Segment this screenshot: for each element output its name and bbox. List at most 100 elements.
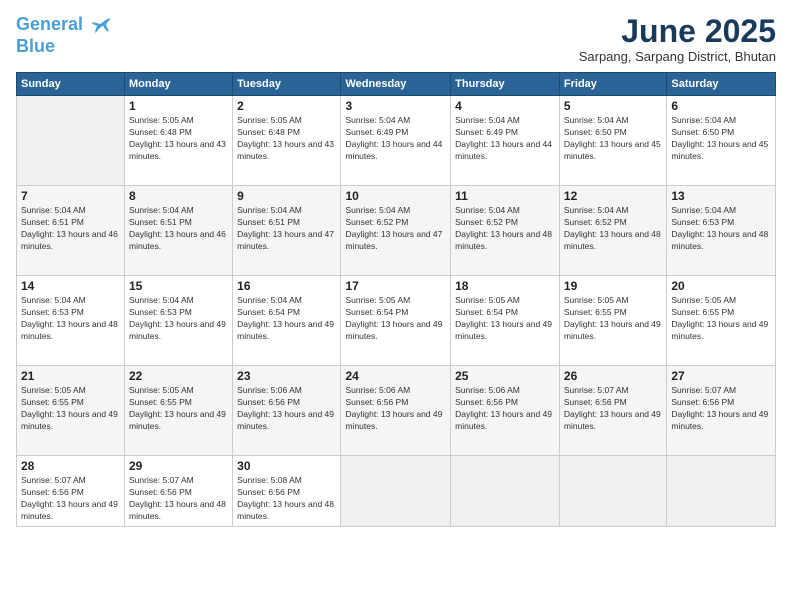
day-info: Sunrise: 5:04 AM Sunset: 6:53 PM Dayligh… xyxy=(671,205,771,253)
calendar-cell: 2 Sunrise: 5:05 AM Sunset: 6:48 PM Dayli… xyxy=(233,96,341,186)
col-header-wednesday: Wednesday xyxy=(341,73,451,96)
logo: General Blue xyxy=(16,14,112,57)
day-number: 19 xyxy=(564,279,662,293)
calendar-week-4: 21 Sunrise: 5:05 AM Sunset: 6:55 PM Dayl… xyxy=(17,366,776,456)
day-number: 20 xyxy=(671,279,771,293)
day-info: Sunrise: 5:07 AM Sunset: 6:56 PM Dayligh… xyxy=(21,475,120,523)
calendar-cell: 5 Sunrise: 5:04 AM Sunset: 6:50 PM Dayli… xyxy=(559,96,666,186)
day-info: Sunrise: 5:04 AM Sunset: 6:53 PM Dayligh… xyxy=(21,295,120,343)
logo-general: General xyxy=(16,14,83,34)
day-info: Sunrise: 5:06 AM Sunset: 6:56 PM Dayligh… xyxy=(455,385,555,433)
day-info: Sunrise: 5:04 AM Sunset: 6:53 PM Dayligh… xyxy=(129,295,228,343)
day-number: 5 xyxy=(564,99,662,113)
day-info: Sunrise: 5:07 AM Sunset: 6:56 PM Dayligh… xyxy=(564,385,662,433)
day-number: 27 xyxy=(671,369,771,383)
day-info: Sunrise: 5:05 AM Sunset: 6:54 PM Dayligh… xyxy=(455,295,555,343)
page: General Blue June 2025 Sarpang, Sarpang … xyxy=(0,0,792,612)
calendar-cell: 7 Sunrise: 5:04 AM Sunset: 6:51 PM Dayli… xyxy=(17,186,125,276)
day-info: Sunrise: 5:04 AM Sunset: 6:52 PM Dayligh… xyxy=(564,205,662,253)
day-info: Sunrise: 5:07 AM Sunset: 6:56 PM Dayligh… xyxy=(671,385,771,433)
calendar-week-5: 28 Sunrise: 5:07 AM Sunset: 6:56 PM Dayl… xyxy=(17,456,776,527)
day-info: Sunrise: 5:07 AM Sunset: 6:56 PM Dayligh… xyxy=(129,475,228,523)
calendar-table: SundayMondayTuesdayWednesdayThursdayFrid… xyxy=(16,72,776,527)
col-header-friday: Friday xyxy=(559,73,666,96)
day-info: Sunrise: 5:05 AM Sunset: 6:55 PM Dayligh… xyxy=(21,385,120,433)
col-header-thursday: Thursday xyxy=(451,73,560,96)
day-number: 30 xyxy=(237,459,336,473)
col-header-saturday: Saturday xyxy=(667,73,776,96)
calendar-cell: 27 Sunrise: 5:07 AM Sunset: 6:56 PM Dayl… xyxy=(667,366,776,456)
calendar-cell: 19 Sunrise: 5:05 AM Sunset: 6:55 PM Dayl… xyxy=(559,276,666,366)
day-number: 28 xyxy=(21,459,120,473)
calendar-cell: 15 Sunrise: 5:04 AM Sunset: 6:53 PM Dayl… xyxy=(125,276,233,366)
day-info: Sunrise: 5:04 AM Sunset: 6:51 PM Dayligh… xyxy=(237,205,336,253)
day-info: Sunrise: 5:06 AM Sunset: 6:56 PM Dayligh… xyxy=(237,385,336,433)
day-number: 18 xyxy=(455,279,555,293)
calendar-cell: 1 Sunrise: 5:05 AM Sunset: 6:48 PM Dayli… xyxy=(125,96,233,186)
day-info: Sunrise: 5:05 AM Sunset: 6:48 PM Dayligh… xyxy=(129,115,228,163)
day-info: Sunrise: 5:06 AM Sunset: 6:56 PM Dayligh… xyxy=(345,385,446,433)
calendar-cell xyxy=(341,456,451,527)
day-info: Sunrise: 5:04 AM Sunset: 6:51 PM Dayligh… xyxy=(129,205,228,253)
day-number: 13 xyxy=(671,189,771,203)
calendar-cell: 23 Sunrise: 5:06 AM Sunset: 6:56 PM Dayl… xyxy=(233,366,341,456)
logo-text: General xyxy=(16,14,112,36)
day-number: 10 xyxy=(345,189,446,203)
day-info: Sunrise: 5:04 AM Sunset: 6:49 PM Dayligh… xyxy=(345,115,446,163)
day-info: Sunrise: 5:05 AM Sunset: 6:55 PM Dayligh… xyxy=(671,295,771,343)
calendar-cell: 30 Sunrise: 5:08 AM Sunset: 6:56 PM Dayl… xyxy=(233,456,341,527)
day-number: 14 xyxy=(21,279,120,293)
calendar-cell: 22 Sunrise: 5:05 AM Sunset: 6:55 PM Dayl… xyxy=(125,366,233,456)
month-title: June 2025 xyxy=(579,14,776,49)
calendar-cell: 16 Sunrise: 5:04 AM Sunset: 6:54 PM Dayl… xyxy=(233,276,341,366)
calendar-week-1: 1 Sunrise: 5:05 AM Sunset: 6:48 PM Dayli… xyxy=(17,96,776,186)
day-info: Sunrise: 5:05 AM Sunset: 6:55 PM Dayligh… xyxy=(564,295,662,343)
calendar-cell: 8 Sunrise: 5:04 AM Sunset: 6:51 PM Dayli… xyxy=(125,186,233,276)
calendar-cell: 6 Sunrise: 5:04 AM Sunset: 6:50 PM Dayli… xyxy=(667,96,776,186)
day-number: 9 xyxy=(237,189,336,203)
calendar-cell xyxy=(667,456,776,527)
header: General Blue June 2025 Sarpang, Sarpang … xyxy=(16,14,776,64)
calendar-cell: 3 Sunrise: 5:04 AM Sunset: 6:49 PM Dayli… xyxy=(341,96,451,186)
calendar-cell: 28 Sunrise: 5:07 AM Sunset: 6:56 PM Dayl… xyxy=(17,456,125,527)
col-header-tuesday: Tuesday xyxy=(233,73,341,96)
day-number: 7 xyxy=(21,189,120,203)
day-info: Sunrise: 5:05 AM Sunset: 6:48 PM Dayligh… xyxy=(237,115,336,163)
day-number: 4 xyxy=(455,99,555,113)
day-number: 11 xyxy=(455,189,555,203)
day-number: 17 xyxy=(345,279,446,293)
day-number: 1 xyxy=(129,99,228,113)
day-number: 6 xyxy=(671,99,771,113)
calendar-cell: 4 Sunrise: 5:04 AM Sunset: 6:49 PM Dayli… xyxy=(451,96,560,186)
day-info: Sunrise: 5:04 AM Sunset: 6:49 PM Dayligh… xyxy=(455,115,555,163)
calendar-cell: 26 Sunrise: 5:07 AM Sunset: 6:56 PM Dayl… xyxy=(559,366,666,456)
day-number: 29 xyxy=(129,459,228,473)
calendar-cell xyxy=(559,456,666,527)
calendar-cell: 25 Sunrise: 5:06 AM Sunset: 6:56 PM Dayl… xyxy=(451,366,560,456)
day-info: Sunrise: 5:05 AM Sunset: 6:54 PM Dayligh… xyxy=(345,295,446,343)
calendar-cell: 18 Sunrise: 5:05 AM Sunset: 6:54 PM Dayl… xyxy=(451,276,560,366)
calendar-cell: 14 Sunrise: 5:04 AM Sunset: 6:53 PM Dayl… xyxy=(17,276,125,366)
logo-blue: Blue xyxy=(16,36,55,57)
day-info: Sunrise: 5:04 AM Sunset: 6:51 PM Dayligh… xyxy=(21,205,120,253)
day-number: 22 xyxy=(129,369,228,383)
calendar-week-2: 7 Sunrise: 5:04 AM Sunset: 6:51 PM Dayli… xyxy=(17,186,776,276)
calendar-cell xyxy=(17,96,125,186)
day-info: Sunrise: 5:08 AM Sunset: 6:56 PM Dayligh… xyxy=(237,475,336,523)
calendar-cell: 29 Sunrise: 5:07 AM Sunset: 6:56 PM Dayl… xyxy=(125,456,233,527)
day-number: 24 xyxy=(345,369,446,383)
day-info: Sunrise: 5:04 AM Sunset: 6:52 PM Dayligh… xyxy=(345,205,446,253)
day-number: 16 xyxy=(237,279,336,293)
calendar-cell: 10 Sunrise: 5:04 AM Sunset: 6:52 PM Dayl… xyxy=(341,186,451,276)
calendar-cell: 11 Sunrise: 5:04 AM Sunset: 6:52 PM Dayl… xyxy=(451,186,560,276)
title-area: June 2025 Sarpang, Sarpang District, Bhu… xyxy=(579,14,776,64)
calendar-cell: 13 Sunrise: 5:04 AM Sunset: 6:53 PM Dayl… xyxy=(667,186,776,276)
day-number: 3 xyxy=(345,99,446,113)
calendar-cell: 17 Sunrise: 5:05 AM Sunset: 6:54 PM Dayl… xyxy=(341,276,451,366)
header-row: SundayMondayTuesdayWednesdayThursdayFrid… xyxy=(17,73,776,96)
logo-bird-icon xyxy=(90,14,112,36)
day-number: 2 xyxy=(237,99,336,113)
location-subtitle: Sarpang, Sarpang District, Bhutan xyxy=(579,49,776,64)
col-header-monday: Monday xyxy=(125,73,233,96)
day-number: 25 xyxy=(455,369,555,383)
